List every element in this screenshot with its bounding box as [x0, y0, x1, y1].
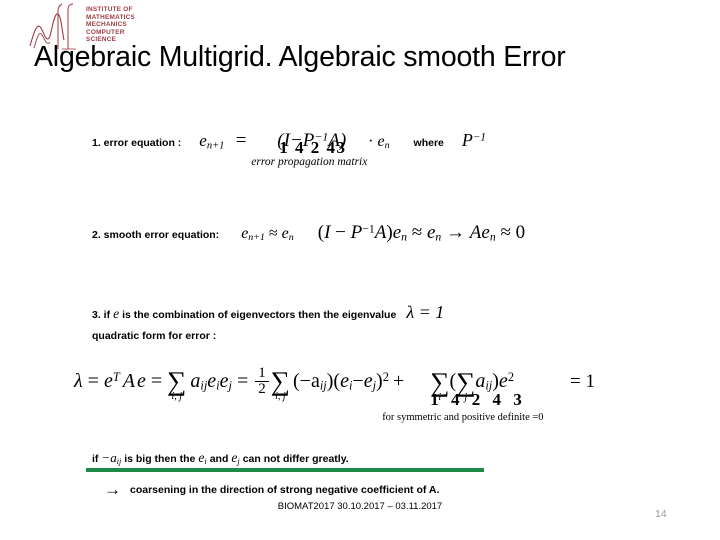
logo-line-1: INSTITUTE OF: [86, 6, 133, 13]
item3-second-line: quadratic form for error :: [92, 330, 217, 342]
coarsening-text: coarsening in the direction of strong ne…: [130, 483, 440, 496]
item3-prefix: 3. if: [92, 309, 111, 321]
eigenvector-statement: 3. if e is the combination of eigenvecto…: [92, 302, 692, 344]
second-underbrace-group: ∑ i (∑ j aij)e2 1 4 2 4 3 for symmetric and …: [382, 366, 543, 423]
slide-title: Algebraic Multigrid. Algebraic smooth Er…: [34, 41, 566, 73]
one-half-fraction: 1 2: [255, 365, 269, 398]
conclusion-mid-text: is big then the: [124, 453, 196, 465]
formula-result: = 1: [570, 370, 595, 392]
quadratic-form-formula: λ = eT A e = ∑ i, j aij ei ej = 1 2 ∑ i, j…: [74, 365, 595, 423]
formula-squared-diff: (ei−ej)2: [333, 370, 389, 394]
logo-line-2: MATHEMATICS: [86, 13, 136, 21]
item1-where-label: where: [413, 137, 444, 149]
conclusion-end-text: can not differ greatly.: [242, 453, 349, 465]
underbrace-digits-1: 1 4 2 43: [279, 138, 347, 157]
logo-line-4: COMPUTER: [86, 28, 125, 36]
summation-2-limits: i, j: [275, 391, 286, 403]
underbrace-digits-2: 1 4 2 4 3: [430, 389, 526, 409]
item1-rhs: · en: [368, 133, 390, 152]
item3-eigenvalue: λ = 1: [406, 302, 445, 322]
formula-A-1: A: [122, 370, 135, 393]
formula-plus: +: [392, 370, 405, 393]
summation-1-limits: i, j: [171, 391, 183, 403]
formula-e-i-1: ei: [207, 370, 220, 394]
conclusion-line: if −aij is big then the ei and ej can no…: [92, 450, 349, 466]
formula-e-1: e: [136, 370, 146, 393]
summation-2: ∑ i, j: [270, 366, 290, 403]
fraction-denominator: 2: [258, 381, 266, 398]
conclusion-and: and: [209, 453, 229, 465]
logo-line-3: MECHANICS: [86, 21, 127, 29]
item2-approx-expr: en+1 ≈ en: [241, 225, 294, 244]
page-number: 14: [655, 508, 667, 520]
underbrace-caption-2: for symmetric and positive definite =0: [382, 411, 544, 423]
item3-var-e: e: [113, 306, 120, 321]
footer-conference-info: BIOMAT2017 30.10.2017 – 03.11.2017: [277, 501, 443, 512]
item3-line-2: quadratic form for error :: [92, 326, 692, 344]
formula-lambda: λ: [74, 370, 83, 393]
formula-equals-3: =: [236, 370, 249, 393]
item1-lhs: en+1: [199, 131, 225, 152]
formula-a-ij-1: aij: [190, 370, 208, 394]
formula-e-j-1: ej: [219, 370, 232, 394]
right-arrow-icon: →: [104, 480, 121, 499]
item1-equals: =: [234, 130, 248, 151]
slide-canvas: INSTITUTE OF MATHEMATICS MECHANICS COMPU…: [0, 0, 720, 540]
summation-1: ∑ i, j: [167, 366, 187, 403]
formula-neg-a-ij: (−aij): [293, 370, 334, 394]
underbrace-caption-1: error propagation matrix: [251, 156, 368, 168]
item3-line-1: 3. if e is the combination of eigenvecto…: [92, 302, 692, 323]
fraction-numerator: 1: [255, 365, 269, 383]
green-underline-divider: [86, 468, 484, 472]
item1-label: 1. error equation :: [92, 137, 182, 149]
logo-text-block: INSTITUTE OF MATHEMATICS MECHANICS COMPU…: [86, 6, 150, 44]
error-equation-row: 1. error equation : en+1 = (I−P−1A) 1 4 …: [92, 130, 486, 168]
item3-middle-text: is the combination of eigenvectors then …: [122, 309, 397, 321]
item1-preconditioner: P−1: [461, 130, 486, 150]
conclusion-neg-a-ij: −aij: [101, 450, 122, 466]
coarsening-conclusion: → coarsening in the direction of strong …: [104, 481, 439, 498]
smooth-error-equation-row: 2. smooth error equation: en+1 ≈ en (I −…: [92, 222, 525, 244]
formula-e-transpose: eT: [103, 370, 120, 393]
formula-nested-sum: ∑ i (∑ j aij)e2: [430, 366, 515, 403]
formula-equals-2: =: [150, 370, 163, 393]
error-propagation-group: (I−P−1A) 1 4 2 43 error propagation matr…: [251, 130, 367, 168]
item2-label: 2. smooth error equation:: [92, 229, 220, 241]
conclusion-e-i: ei: [198, 450, 207, 466]
item2-full-expr: (I − P−1A)en ≈ en → Aen ≈ 0: [317, 222, 526, 244]
formula-equals-1: =: [87, 370, 99, 393]
conclusion-e-j: ej: [231, 450, 240, 466]
